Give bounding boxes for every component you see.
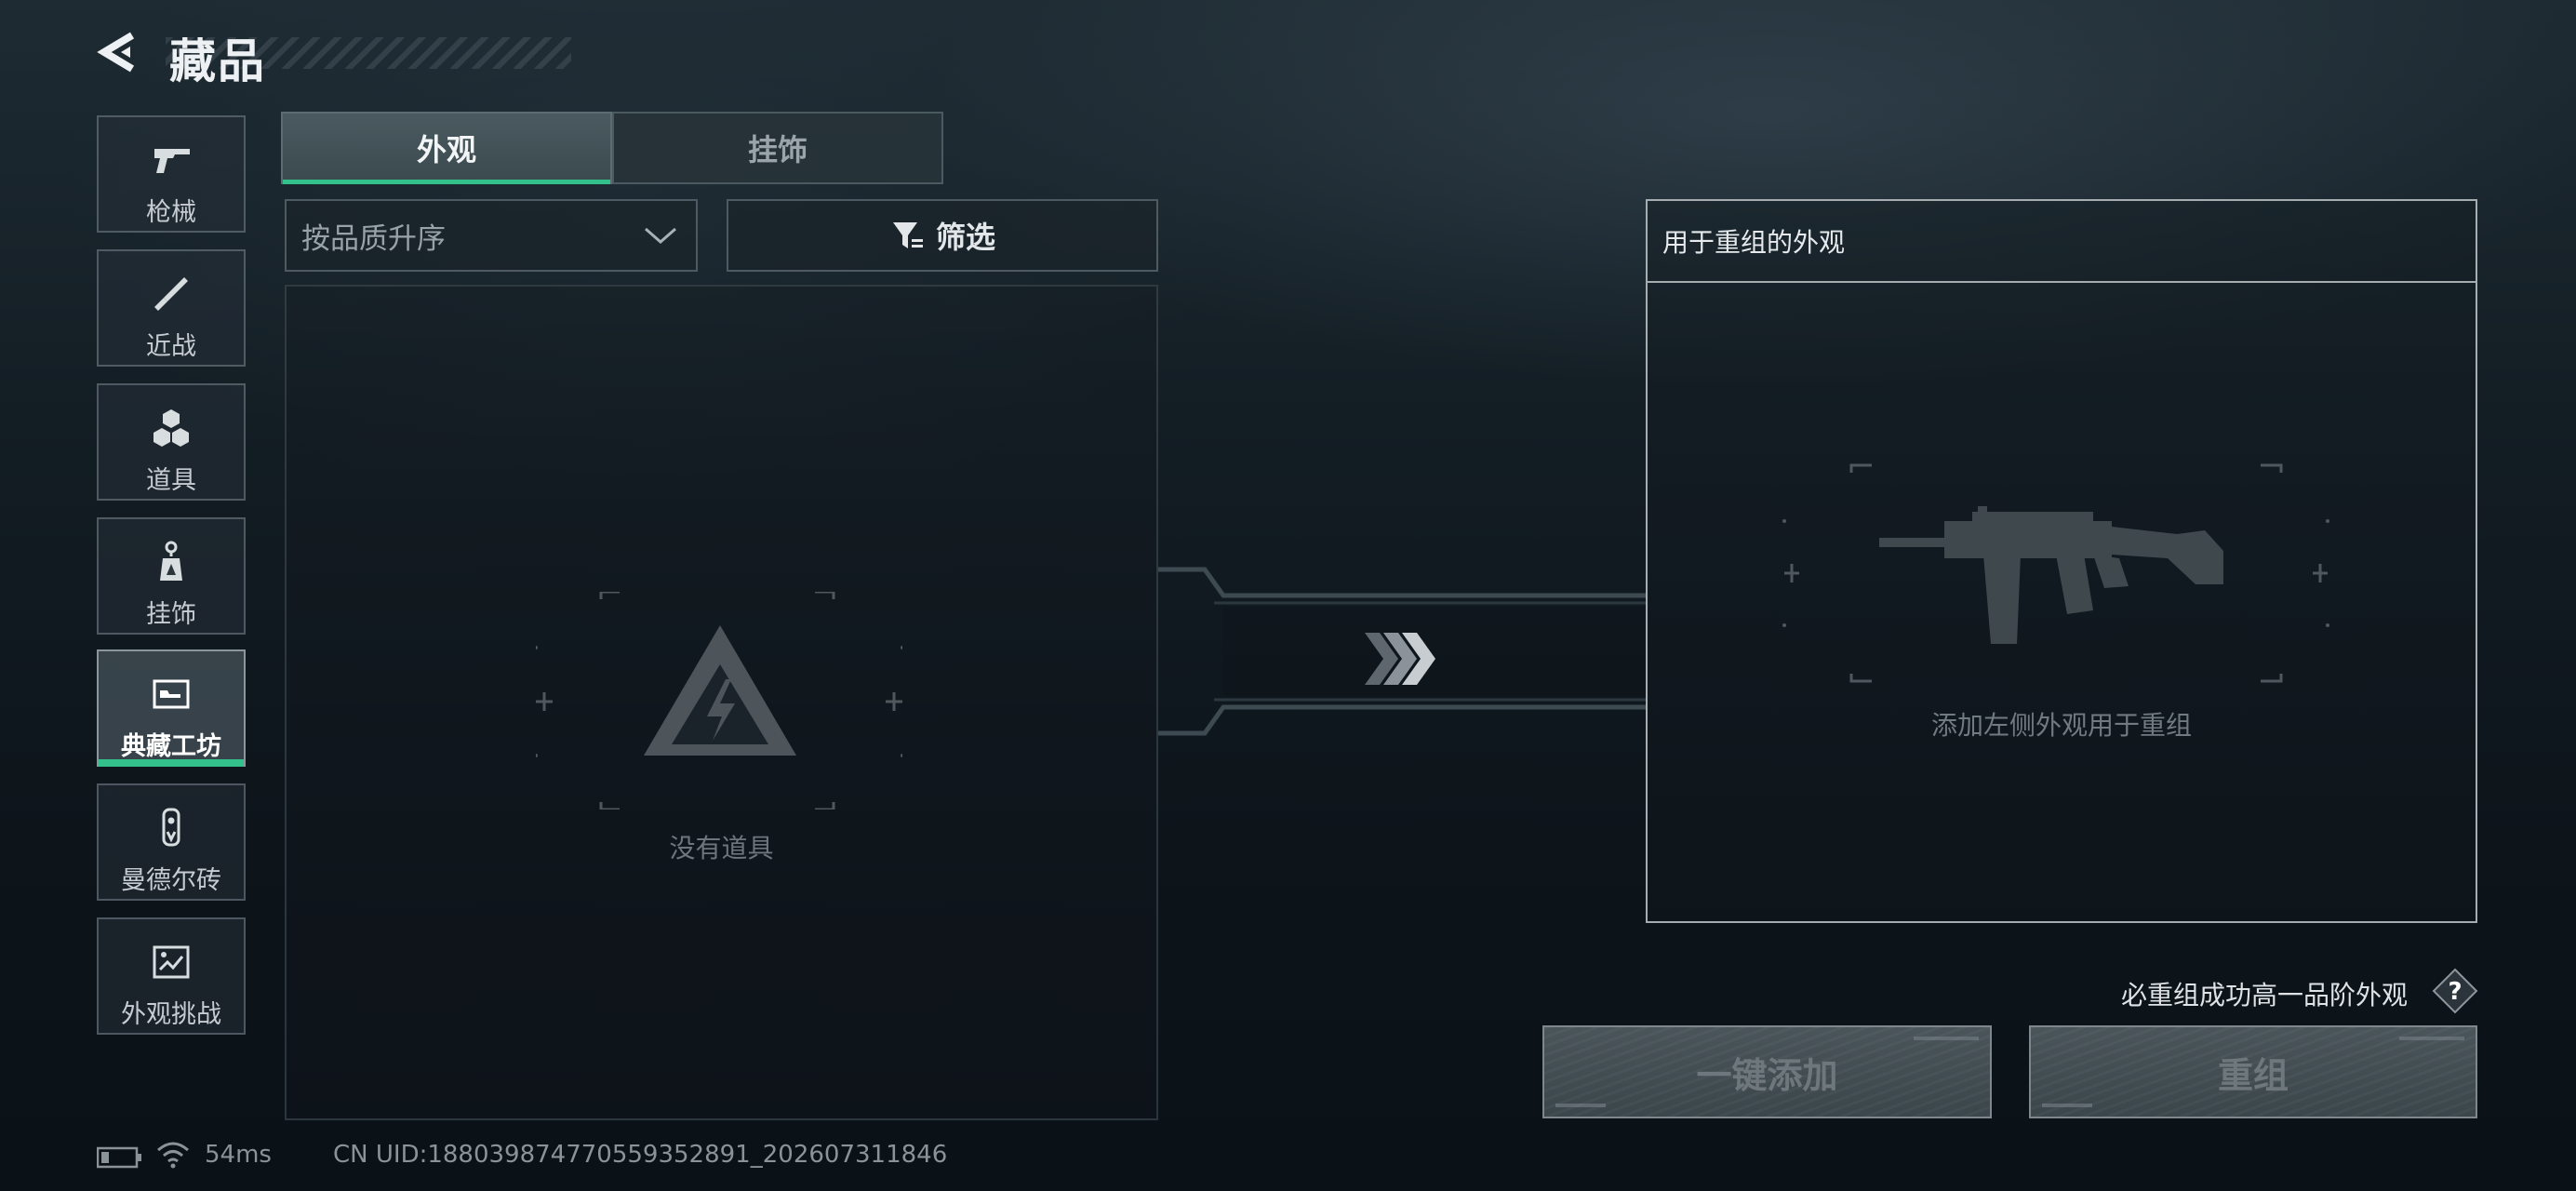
recombine-panel-title: 用于重组的外观	[1648, 201, 2476, 283]
ping-readout: 54ms	[205, 1141, 272, 1169]
empty-placeholder-icon	[536, 592, 902, 810]
sort-value: 按品质升序	[301, 221, 446, 256]
add-all-button[interactable]: 一键添加	[1542, 1025, 1992, 1118]
sidebar-item-melee[interactable]: 近战	[97, 249, 246, 367]
recombine-button[interactable]: 重组	[2029, 1025, 2477, 1118]
tab-charms[interactable]: 挂饰	[612, 112, 943, 184]
workshop-icon	[153, 679, 190, 709]
battery-icon	[97, 1146, 141, 1169]
guarantee-text: 必重组成功高一品阶外观	[2121, 980, 2409, 1010]
tab-appearance[interactable]: 外观	[281, 112, 612, 184]
sidebar-item-guns[interactable]: 枪械	[97, 115, 246, 233]
sidebar-item-workshop[interactable]: 典藏工坊	[97, 649, 246, 767]
help-icon[interactable]: ?	[2432, 968, 2478, 1014]
recombine-hint-text: 添加左侧外观用于重组	[1930, 710, 2192, 741]
transfer-connector	[1158, 567, 1647, 736]
wifi-icon	[157, 1142, 189, 1169]
button-decoration	[1555, 1104, 1606, 1107]
sidebar-item-label: 近战	[146, 332, 196, 361]
page-title: 藏品	[169, 34, 266, 88]
charm-icon	[160, 541, 182, 581]
mandel-brick-icon	[162, 808, 180, 847]
chevron-down-icon	[645, 227, 676, 244]
user-uid: CN UID:18803987477055935289​1_2026073118…	[333, 1141, 948, 1169]
sidebar-item-label: 曼德尔砖	[121, 866, 221, 895]
knife-icon	[154, 277, 188, 311]
sidebar-item-label: 典藏工坊	[121, 732, 221, 761]
sidebar-item-label: 枪械	[146, 198, 196, 227]
back-arrow-icon[interactable]	[93, 26, 145, 78]
challenge-map-icon	[153, 945, 190, 979]
filter-button[interactable]: 筛选	[727, 199, 1158, 272]
sort-dropdown[interactable]: 按品质升序	[285, 199, 698, 272]
sidebar-item-mandel-brick[interactable]: 曼德尔砖	[97, 783, 246, 901]
sidebar-item-label: 外观挑战	[121, 1000, 221, 1029]
filter-icon	[892, 222, 923, 248]
sidebar-item-items[interactable]: 道具	[97, 383, 246, 501]
recombine-label: 重组	[2217, 1054, 2289, 1096]
add-all-label: 一键添加	[1696, 1054, 1838, 1096]
button-decoration	[1914, 1037, 1979, 1040]
button-decoration	[2399, 1037, 2464, 1040]
gun-icon	[154, 149, 190, 173]
sidebar-item-skin-challenge[interactable]: 外观挑战	[97, 917, 246, 1035]
filter-label: 筛选	[935, 220, 995, 255]
rifle-placeholder-icon[interactable]	[1777, 462, 2335, 685]
grenades-icon	[153, 409, 189, 447]
sidebar-item-charms[interactable]: 挂饰	[97, 517, 246, 635]
sidebar-item-label: 挂饰	[146, 600, 196, 629]
empty-state-text: 没有道具	[669, 833, 774, 863]
sidebar-item-label: 道具	[146, 466, 196, 495]
button-decoration	[2042, 1104, 2092, 1107]
svg-text:?: ?	[2448, 978, 2462, 1006]
